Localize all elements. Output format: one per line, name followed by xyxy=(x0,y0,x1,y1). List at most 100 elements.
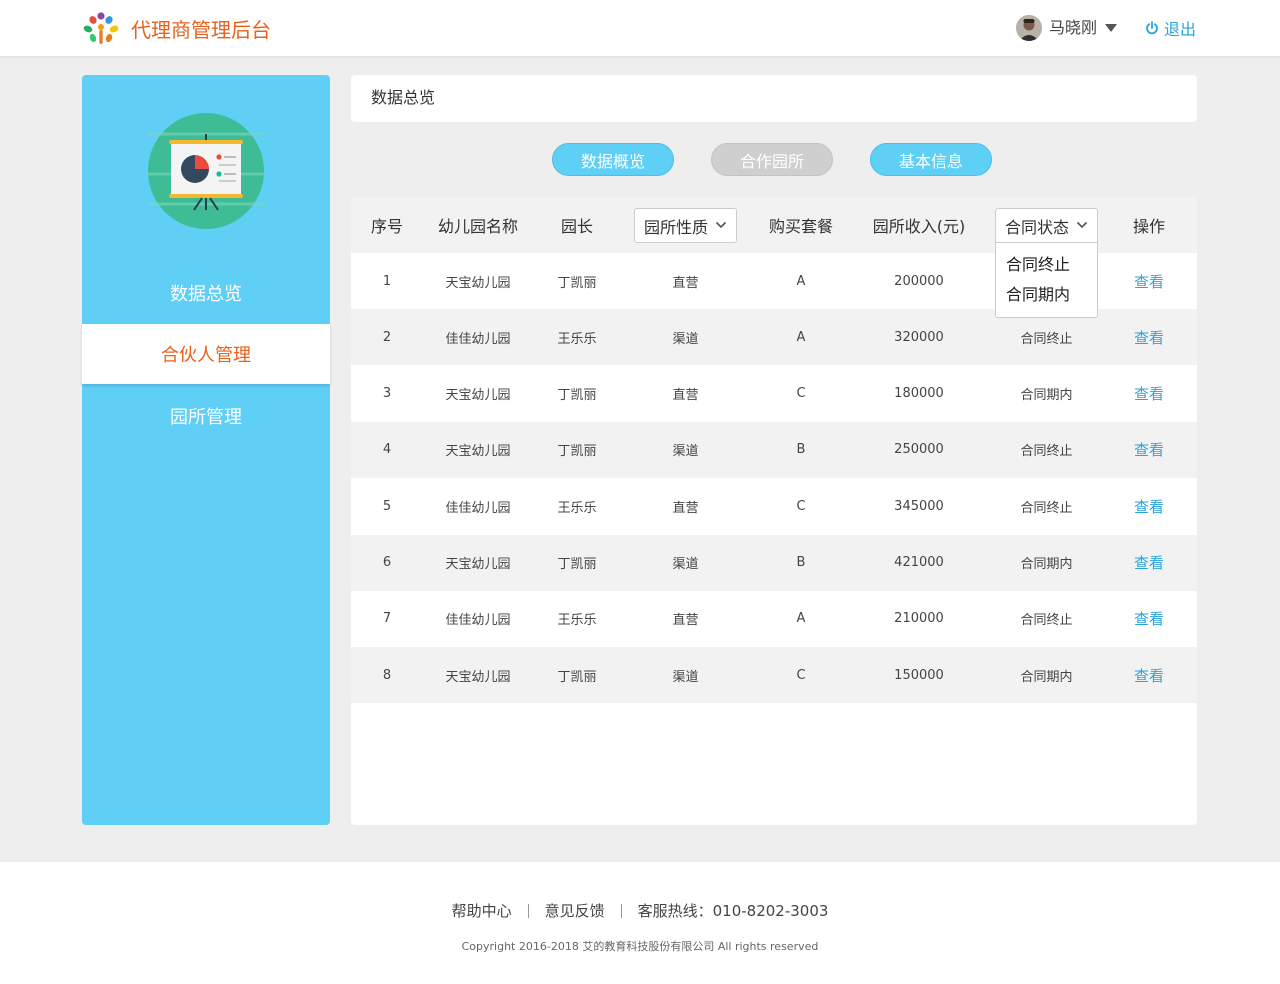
sidebar-item-label: 园所管理 xyxy=(170,407,242,428)
th-package: 购买套餐 xyxy=(768,217,833,236)
cell-status: 合同期内 xyxy=(1020,388,1073,404)
cell-income: 200000 xyxy=(894,273,944,289)
cell-index: 4 xyxy=(382,442,392,458)
cell-income: 345000 xyxy=(894,498,944,514)
status-option-terminated[interactable]: 合同终止 xyxy=(1006,254,1070,276)
feedback-link[interactable]: 意见反馈 xyxy=(545,900,605,921)
tab-basic-info[interactable]: 基本信息 xyxy=(870,143,992,176)
footer: 帮助中心 意见反馈 客服热线：010-8202-3003 Copyright 2… xyxy=(0,862,1280,984)
page-title-bar: 数据总览 xyxy=(351,75,1197,122)
cell-name: 天宝幼儿园 xyxy=(445,444,511,460)
table-row: 6 天宝幼儿园 丁凯丽 渠道 B 421000 合同期内 查看 xyxy=(351,534,1197,591)
cell-income: 320000 xyxy=(894,329,944,345)
cell-nature: 直营 xyxy=(672,388,699,404)
view-link[interactable]: 查看 xyxy=(1111,422,1187,478)
cell-income: 210000 xyxy=(894,611,944,627)
sidebar-item-partner-management[interactable]: 合伙人管理 xyxy=(82,324,330,384)
cell-package: C xyxy=(796,386,806,402)
chevron-down-icon xyxy=(715,221,727,229)
cell-package: B xyxy=(796,555,806,570)
user-menu[interactable]: 马晓刚 xyxy=(1016,14,1118,42)
hotline-text: 客服热线：010-8202-3003 xyxy=(637,902,829,920)
cell-principal: 王乐乐 xyxy=(557,331,597,347)
logo-icon[interactable] xyxy=(82,11,120,47)
sidebar: 数据总览 合伙人管理 园所管理 xyxy=(82,75,330,825)
cell-nature: 直营 xyxy=(672,275,699,291)
status-filter-label: 合同状态 xyxy=(1005,217,1070,237)
top-header: 代理商管理后台 马晓刚 退出 xyxy=(0,0,1280,56)
view-link[interactable]: 查看 xyxy=(1111,253,1187,309)
user-avatar-icon xyxy=(1016,15,1042,41)
cell-name: 佳佳幼儿园 xyxy=(445,500,511,516)
cell-name: 天宝幼儿园 xyxy=(445,669,511,685)
cell-nature: 渠道 xyxy=(672,669,699,685)
logout-button[interactable]: 退出 xyxy=(1145,14,1196,42)
tab-label: 数据概览 xyxy=(580,151,645,171)
sidebar-item-label: 数据总览 xyxy=(170,284,242,305)
cell-nature: 渠道 xyxy=(672,557,699,572)
cell-name: 天宝幼儿园 xyxy=(445,388,511,404)
tab-label: 基本信息 xyxy=(898,151,963,171)
avatar xyxy=(1016,15,1042,41)
th-action: 操作 xyxy=(1132,217,1165,236)
chevron-down-icon xyxy=(1076,221,1088,229)
cell-nature: 直营 xyxy=(672,613,699,629)
cell-name: 佳佳幼儿园 xyxy=(445,331,511,347)
cell-nature: 直营 xyxy=(672,500,699,516)
table-row: 5 佳佳幼儿园 王乐乐 直营 C 345000 合同终止 查看 xyxy=(351,478,1197,535)
view-link[interactable]: 查看 xyxy=(1111,366,1187,422)
table-row: 8 天宝幼儿园 丁凯丽 渠道 C 150000 合同期内 查看 xyxy=(351,647,1197,704)
tab-data-overview[interactable]: 数据概览 xyxy=(552,143,674,176)
sidebar-item-kindergarten-management[interactable]: 园所管理 xyxy=(82,386,330,446)
cell-status: 合同终止 xyxy=(1020,444,1073,460)
cell-package: A xyxy=(796,329,806,345)
tab-label: 合作园所 xyxy=(739,151,804,171)
tab-partner-kindergartens[interactable]: 合作园所 xyxy=(711,143,833,176)
cell-index: 2 xyxy=(382,329,392,345)
cell-package: A xyxy=(796,611,806,627)
cell-index: 7 xyxy=(382,611,392,627)
power-icon xyxy=(1146,21,1158,35)
divider xyxy=(527,903,529,918)
cell-income: 150000 xyxy=(894,667,944,683)
logout-label: 退出 xyxy=(1164,20,1197,39)
cell-index: 3 xyxy=(382,386,392,402)
cell-package: A xyxy=(796,273,806,289)
app-title: 代理商管理后台 xyxy=(131,18,271,42)
cell-name: 佳佳幼儿园 xyxy=(445,613,511,629)
cell-principal: 丁凯丽 xyxy=(557,557,597,572)
view-link[interactable]: 查看 xyxy=(1111,309,1187,365)
copyright: Copyright 2016-2018 艾的教育科技股份有限公司 All rig… xyxy=(461,940,819,953)
cell-status: 合同终止 xyxy=(1020,613,1073,629)
th-name: 幼儿园名称 xyxy=(437,217,518,236)
view-link[interactable]: 查看 xyxy=(1111,478,1187,534)
cell-nature: 渠道 xyxy=(672,331,699,347)
table-row: 4 天宝幼儿园 丁凯丽 渠道 B 250000 合同终止 查看 xyxy=(351,421,1197,478)
th-income: 园所收入(元) xyxy=(872,217,966,236)
cell-income: 421000 xyxy=(894,555,944,570)
status-option-in-contract[interactable]: 合同期内 xyxy=(1006,284,1070,306)
cell-index: 5 xyxy=(382,498,392,514)
view-link[interactable]: 查看 xyxy=(1111,647,1187,703)
view-link[interactable]: 查看 xyxy=(1111,535,1187,591)
cell-index: 1 xyxy=(382,273,392,289)
help-center-link[interactable]: 帮助中心 xyxy=(452,900,512,921)
sidebar-item-overview[interactable]: 数据总览 xyxy=(82,263,330,323)
cell-principal: 丁凯丽 xyxy=(557,388,597,404)
cell-principal: 丁凯丽 xyxy=(557,275,597,291)
sidebar-item-label: 合伙人管理 xyxy=(161,345,251,366)
status-filter-select[interactable]: 合同状态 xyxy=(995,208,1098,243)
cell-status: 合同期内 xyxy=(1020,669,1073,685)
status-dropdown-menu: 合同终止 合同期内 xyxy=(995,243,1098,318)
user-name: 马晓刚 xyxy=(1049,18,1098,37)
cell-index: 6 xyxy=(382,555,392,570)
cell-income: 250000 xyxy=(894,442,944,458)
nature-filter-select[interactable]: 园所性质 xyxy=(634,208,737,243)
page-title: 数据总览 xyxy=(371,88,436,107)
cell-principal: 丁凯丽 xyxy=(557,669,597,685)
view-link[interactable]: 查看 xyxy=(1111,591,1187,647)
cell-principal: 王乐乐 xyxy=(557,500,597,516)
divider xyxy=(620,903,622,918)
cell-index: 8 xyxy=(382,667,392,683)
cell-income: 180000 xyxy=(894,386,944,402)
